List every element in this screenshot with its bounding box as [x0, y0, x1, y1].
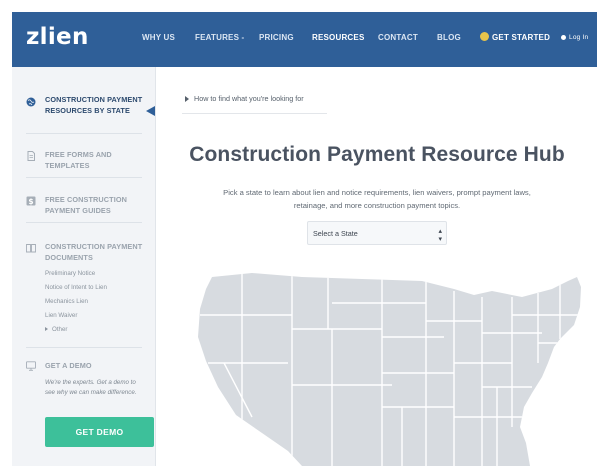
sidebar-item-label: GET A DEMO: [45, 361, 92, 370]
page-description: Pick a state to learn about lien and not…: [223, 188, 531, 210]
svg-text:$: $: [28, 197, 33, 206]
active-indicator-arrow: [146, 106, 155, 116]
sidebar-item-label: FREE FORMS AND TEMPLATES: [45, 150, 112, 170]
page-title: Construction Payment Resource Hub: [189, 143, 565, 166]
sidebar: CONSTRUCTION PAYMENT RESOURCES BY STATE …: [12, 67, 156, 466]
nav-pricing[interactable]: PRICING: [259, 33, 294, 42]
zlien-logo[interactable]: zlien: [26, 24, 89, 50]
doc-link-mechanics-lien[interactable]: Mechanics Lien: [45, 298, 88, 305]
chevron-right-icon: [45, 327, 48, 332]
us-state-map[interactable]: [192, 267, 592, 466]
doc-link-other[interactable]: Other: [45, 326, 67, 333]
nav-contact[interactable]: CONTACT: [378, 33, 418, 42]
doc-link-label: Other: [52, 326, 68, 333]
breadcrumb-text: How to find what you're looking for: [194, 94, 304, 103]
get-demo-button[interactable]: GET DEMO: [45, 417, 154, 447]
nav-resources[interactable]: RESOURCES: [312, 33, 364, 42]
nav-features[interactable]: FEATURES -: [195, 33, 244, 42]
divider: [26, 133, 142, 134]
caret-right-icon: [185, 96, 189, 102]
divider: [26, 347, 142, 348]
sidebar-item-label: CONSTRUCTION PAYMENT DOCUMENTS: [45, 242, 143, 262]
state-select-value: Select a State: [313, 229, 358, 238]
document-icon: [27, 151, 35, 161]
sidebar-item-label: FREE CONSTRUCTION PAYMENT GUIDES: [45, 195, 127, 215]
breadcrumb-toggle[interactable]: How to find what you're looking for: [182, 94, 327, 114]
demo-description: We're the experts. Get a demo to see why…: [45, 379, 137, 396]
top-nav: zlien WHY US FEATURES - PRICING RESOURCE…: [12, 12, 597, 67]
sidebar-item-label: CONSTRUCTION PAYMENT RESOURCES BY STATE: [45, 95, 143, 115]
doc-link-preliminary-notice[interactable]: Preliminary Notice: [45, 270, 95, 277]
monitor-icon: [26, 361, 36, 371]
page: zlien WHY US FEATURES - PRICING RESOURCE…: [12, 12, 597, 466]
nav-why-us[interactable]: WHY US: [142, 33, 175, 42]
user-icon: [561, 35, 566, 40]
dollar-icon: $: [26, 196, 36, 206]
updown-caret-icon: ▴ ▾: [438, 228, 442, 243]
globe-icon: [26, 97, 36, 107]
book-icon: [26, 244, 36, 253]
doc-link-notice-of-intent[interactable]: Notice of Intent to Lien: [45, 284, 107, 291]
divider: [26, 177, 142, 178]
divider: [26, 222, 142, 223]
get-started-icon: [480, 32, 489, 41]
nav-get-started[interactable]: GET STARTED: [492, 33, 550, 42]
nav-blog[interactable]: BLOG: [437, 33, 461, 42]
map-states: [198, 273, 581, 466]
nav-log-in[interactable]: Log In: [569, 34, 588, 41]
state-select-dropdown[interactable]: Select a State ▴ ▾: [307, 221, 447, 245]
doc-link-lien-waiver[interactable]: Lien Waiver: [45, 312, 77, 319]
